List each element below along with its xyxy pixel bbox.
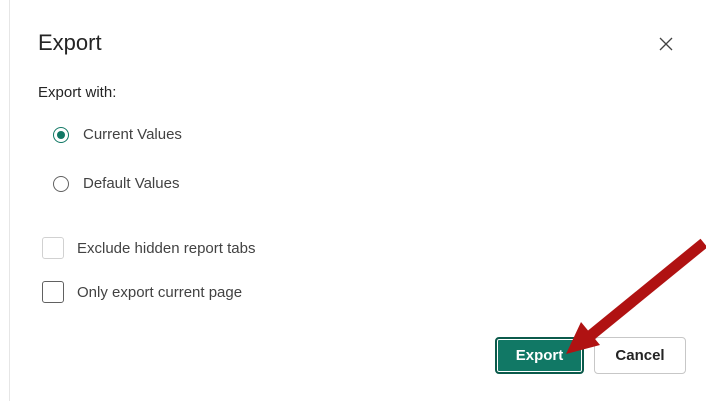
checkbox-only-current-page[interactable]: Only export current page	[42, 281, 242, 303]
close-icon	[659, 37, 673, 51]
export-dialog: Export Export with: Current Values Defau…	[0, 0, 706, 401]
close-button[interactable]	[653, 31, 679, 57]
radio-current-values[interactable]: Current Values	[53, 126, 182, 143]
cancel-button[interactable]: Cancel	[594, 337, 686, 374]
dialog-left-border	[9, 0, 10, 401]
checkbox-label: Exclude hidden report tabs	[77, 239, 256, 257]
checkbox-exclude-hidden-tabs[interactable]: Exclude hidden report tabs	[42, 237, 255, 259]
radio-label: Default Values	[83, 175, 180, 192]
checkbox[interactable]	[42, 237, 64, 259]
radio-dot	[57, 130, 65, 139]
radio-button-checked[interactable]	[53, 126, 69, 143]
radio-button-unchecked[interactable]	[53, 175, 69, 192]
radio-default-values[interactable]: Default Values	[53, 175, 179, 192]
checkbox[interactable]	[42, 281, 64, 303]
radio-label: Current Values	[83, 126, 182, 143]
export-button[interactable]: Export	[495, 337, 584, 374]
checkbox-label: Only export current page	[77, 283, 243, 301]
dialog-title: Export	[38, 30, 102, 55]
export-with-label: Export with:	[38, 84, 117, 101]
